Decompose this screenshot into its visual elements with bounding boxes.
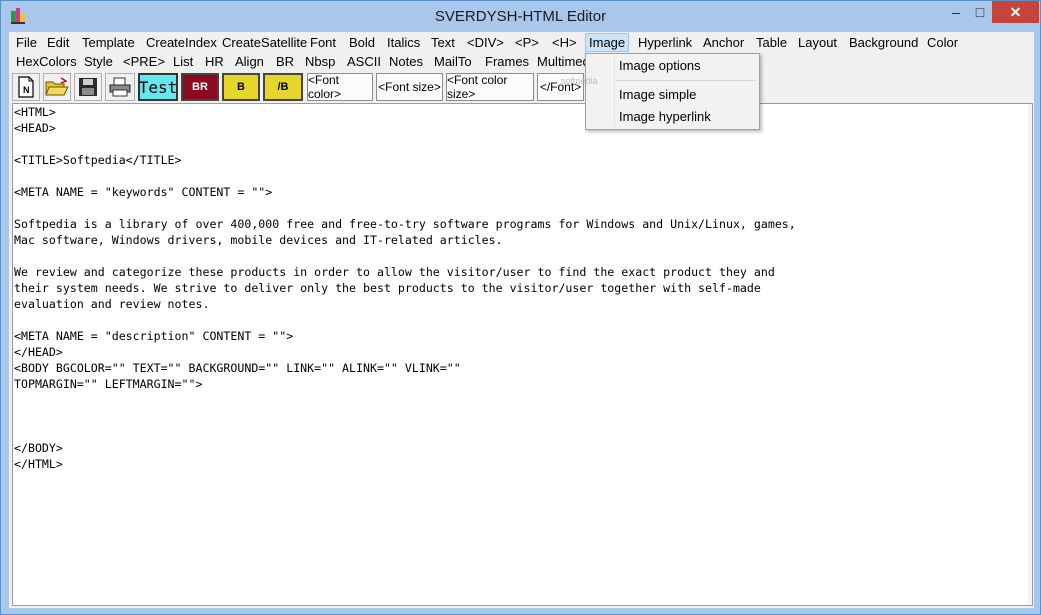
test-button[interactable]: Test [138,73,178,101]
save-button[interactable] [74,73,102,101]
minimize-button[interactable]: – [944,1,968,23]
printer-icon [109,77,131,97]
maximize-button[interactable]: □ [968,1,992,23]
folder-open-icon [45,77,69,96]
maximize-icon: □ [975,4,985,20]
new-file-button[interactable]: N [12,73,40,101]
menu-h[interactable]: <H> [552,33,577,52]
menu-anchor[interactable]: Anchor [703,33,744,52]
close-button[interactable]: ✕ [992,1,1039,23]
menu-hyperlink[interactable]: Hyperlink [638,33,692,52]
close-icon: ✕ [1009,4,1022,20]
editor-content: <HTML> <HEAD> <TITLE>Softpedia</TITLE> <… [14,105,796,471]
bold-open-button[interactable]: B [222,73,260,101]
menu-bold[interactable]: Bold [349,33,375,52]
menu-createsatellite[interactable]: CreateSatellite [222,33,307,52]
toolbar: N Test BR B /B <Font color> <Font size> … [9,71,1034,103]
menu-align[interactable]: Align [235,52,264,71]
menu-nbsp[interactable]: Nbsp [305,52,335,71]
menu-separator [616,80,755,81]
menu-div[interactable]: <DIV> [467,33,504,52]
menu-hexcolors[interactable]: HexColors [16,52,77,71]
menu-pre[interactable]: <PRE> [123,52,165,71]
menu-notes[interactable]: Notes [389,52,423,71]
bold-close-button[interactable]: /B [263,73,303,101]
window-title: SVERDYSH-HTML Editor [434,8,607,25]
image-dropdown-menu: Image options Image simple Image hyperli… [585,53,760,130]
html-editor-textarea[interactable]: <HTML> <HEAD> <TITLE>Softpedia</TITLE> <… [12,103,1033,606]
minimize-icon: – [952,4,960,20]
menu-style[interactable]: Style [84,52,113,71]
menu-table[interactable]: Table [756,33,787,52]
menu-ascii[interactable]: ASCII [347,52,381,71]
new-file-icon: N [18,76,34,98]
font-size-button[interactable]: <Font size> [376,73,443,101]
menu-color[interactable]: Color [927,33,958,52]
menu-background[interactable]: Background [849,33,918,52]
open-file-button[interactable] [43,73,71,101]
menu-edit[interactable]: Edit [47,33,69,52]
print-button[interactable] [105,73,135,101]
title-bar[interactable]: SVERDYSH-HTML Editor – □ ✕ [1,1,1040,32]
menu-frames[interactable]: Frames [485,52,529,71]
menu-p[interactable]: <P> [515,33,539,52]
menu-list[interactable]: List [173,52,193,71]
watermark: softpedia [561,76,598,86]
menu-createindex[interactable]: CreateIndex [146,33,217,52]
font-color-button[interactable]: <Font color> [307,73,373,101]
menu-template[interactable]: Template [82,33,135,52]
menu-item-image-simple[interactable]: Image simple [619,87,696,102]
menu-file[interactable]: File [16,33,37,52]
menu-font[interactable]: Font [310,33,336,52]
menu-item-image-hyperlink[interactable]: Image hyperlink [619,109,711,124]
menu-mailto[interactable]: MailTo [434,52,472,71]
client-area: File Edit Template CreateIndex CreateSat… [9,32,1034,608]
menu-image[interactable]: Image [585,33,630,52]
application-window: SVERDYSH-HTML Editor – □ ✕ File Edit Tem… [0,0,1041,615]
menu-gutter [614,56,615,127]
floppy-disk-icon [79,78,97,96]
menu-hr[interactable]: HR [205,52,224,71]
menu-br[interactable]: BR [276,52,294,71]
menu-item-image-options[interactable]: Image options [619,58,701,73]
br-button[interactable]: BR [181,73,219,101]
menu-multimedia[interactable]: Multimedia [537,52,585,71]
font-color-size-button[interactable]: <Font color size> [446,73,534,101]
menu-layout[interactable]: Layout [798,33,837,52]
svg-text:N: N [23,85,30,95]
menu-text[interactable]: Text [431,33,455,52]
vertical-scrollbar[interactable] [1028,104,1032,605]
menu-italics[interactable]: Italics [387,33,420,52]
